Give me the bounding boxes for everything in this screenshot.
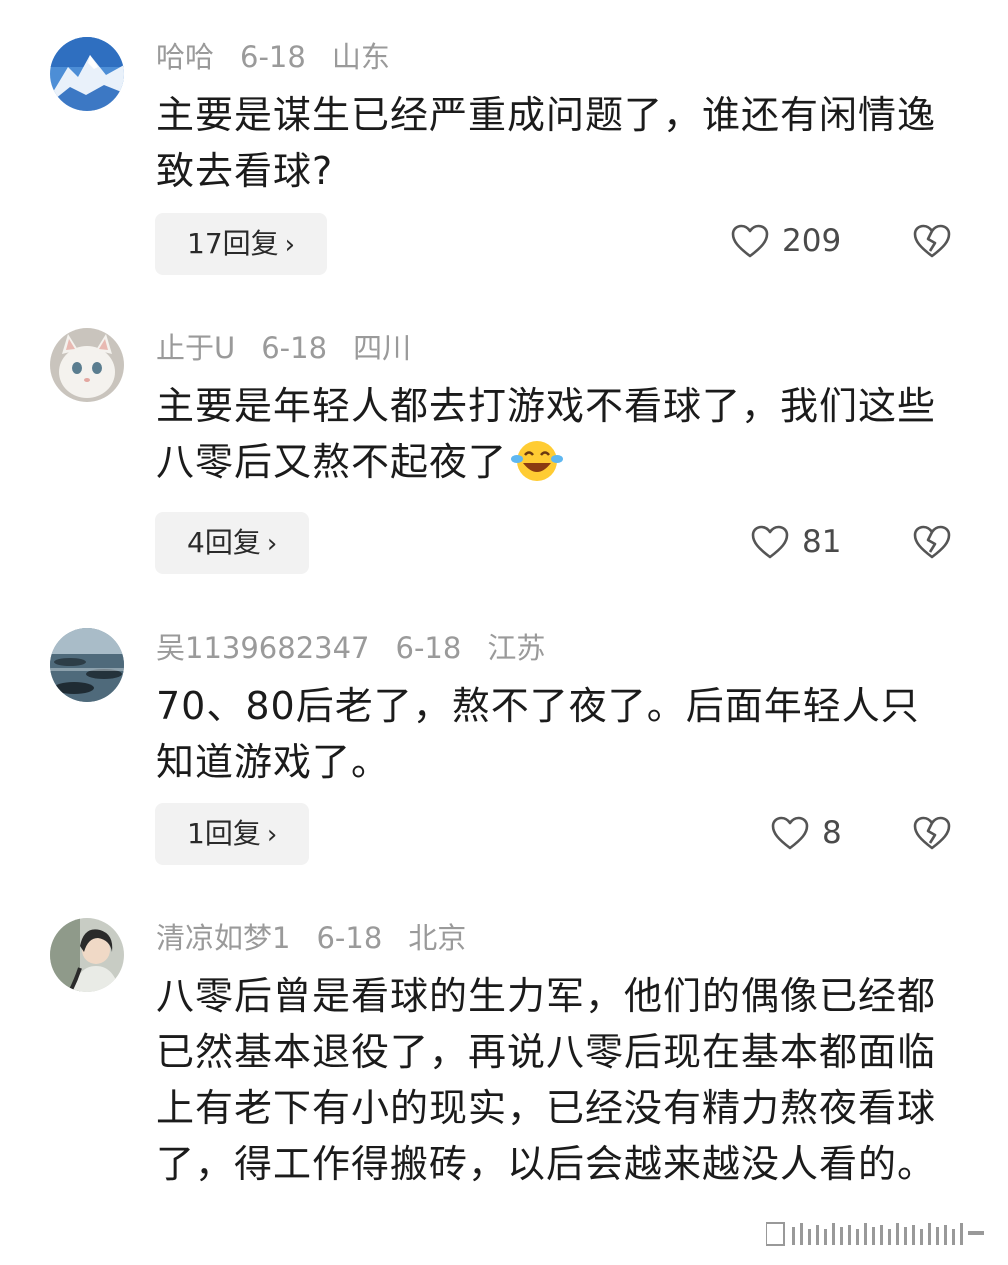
- sea-avatar-icon: [50, 628, 124, 702]
- replies-button[interactable]: 17回复 ›: [155, 213, 328, 275]
- comment-date: 6-18: [316, 921, 383, 955]
- replies-label: 1回复: [187, 817, 261, 850]
- comment-date: 6-18: [240, 40, 306, 74]
- replies-label: 4回复: [187, 526, 261, 559]
- comment-date: 6-18: [395, 631, 462, 665]
- comment-location: 江苏: [487, 631, 546, 665]
- user-avatar[interactable]: [50, 918, 124, 992]
- heart-icon: [731, 224, 769, 258]
- like-count: 209: [782, 223, 842, 259]
- like-count: 8: [822, 815, 842, 851]
- user-avatar[interactable]: [50, 628, 124, 702]
- user-avatar[interactable]: [50, 328, 124, 402]
- chevron-right-icon: ›: [284, 230, 296, 260]
- replies-button[interactable]: 4回复 ›: [155, 512, 310, 574]
- comment-meta: 哈哈 6-18 山东: [156, 39, 416, 75]
- user-avatar[interactable]: [50, 37, 124, 111]
- comment-location: 北京: [408, 921, 467, 955]
- like-button[interactable]: 209: [730, 217, 841, 265]
- comment-text: 八零后曾是看球的生力军，他们的偶像已经都已然基本退役了，再说八零后现在基本都面临…: [156, 974, 937, 1186]
- like-button[interactable]: 8: [770, 809, 842, 857]
- heart-icon: [771, 816, 809, 850]
- watermark-logo-icon: [766, 1222, 984, 1246]
- replies-label: 17回复: [187, 227, 279, 260]
- comment-text: 主要是年轻人都去打游戏不看球了，我们这些八零后又熬不起夜了: [156, 378, 956, 490]
- laughing-emoji-icon: [511, 441, 564, 481]
- username[interactable]: 哈哈: [156, 40, 214, 74]
- like-button[interactable]: 81: [750, 518, 841, 566]
- broken-heart-icon: [913, 816, 951, 850]
- chevron-right-icon: ›: [266, 529, 278, 559]
- comment-location: 山东: [331, 40, 390, 74]
- dislike-button[interactable]: [912, 223, 952, 259]
- dislike-button[interactable]: [912, 524, 952, 560]
- broken-heart-icon: [913, 525, 951, 559]
- comment-meta: 止于U 6-18 四川: [156, 330, 437, 366]
- username[interactable]: 清凉如梦1: [156, 921, 290, 955]
- dislike-button[interactable]: [912, 815, 952, 851]
- comment-text: 70、80后老了，熬不了夜了。后面年轻人只知道游戏了。: [156, 684, 920, 784]
- comment-date: 6-18: [261, 331, 328, 365]
- comment-location: 四川: [353, 331, 412, 365]
- chevron-right-icon: ›: [266, 820, 278, 850]
- cat-avatar-icon: [50, 328, 124, 402]
- comment-meta: 清凉如梦1 6-18 北京: [156, 920, 492, 956]
- broken-heart-icon: [913, 224, 951, 258]
- username[interactable]: 吴1139682347: [156, 631, 370, 665]
- comment-meta: 吴1139682347 6-18 江苏: [156, 630, 571, 666]
- person-avatar-icon: [50, 918, 124, 992]
- comment-text: 主要是谋生已经严重成问题了，谁还有闲情逸致去看球?: [156, 93, 937, 193]
- replies-button[interactable]: 1回复 ›: [155, 803, 310, 865]
- username[interactable]: 止于U: [156, 331, 235, 365]
- heart-icon: [751, 525, 789, 559]
- mountain-avatar-icon: [50, 37, 124, 111]
- like-count: 81: [802, 524, 842, 560]
